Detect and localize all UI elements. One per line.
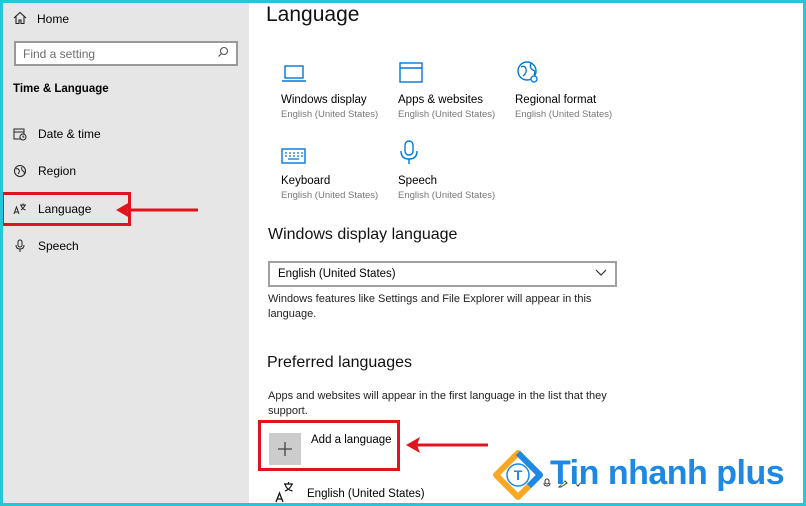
- section-title: Time & Language: [13, 83, 109, 95]
- sidebar-item-date-time[interactable]: Date & time: [13, 123, 101, 145]
- tile-name: Windows display: [281, 94, 367, 106]
- chevron-down-icon: [595, 268, 607, 280]
- preferred-languages-description: Apps and websites will appear in the fir…: [268, 390, 607, 417]
- tile-speech[interactable]: Speech English (United States): [398, 132, 516, 201]
- keyboard-icon: [281, 132, 399, 166]
- microphone-icon: [13, 239, 27, 253]
- language-icon: [275, 481, 295, 506]
- display-language-select[interactable]: English (United States): [268, 261, 617, 287]
- globe-settings-icon: [515, 51, 633, 85]
- annotation-arrow-language: [116, 202, 198, 218]
- search-input[interactable]: Find a setting: [14, 41, 238, 66]
- tile-regional-format[interactable]: Regional format English (United States): [515, 51, 633, 120]
- tile-sub: English (United States): [398, 109, 496, 120]
- tile-keyboard[interactable]: Keyboard English (United States): [281, 132, 399, 201]
- search-icon: [217, 46, 229, 61]
- add-language-highlight-box: [258, 420, 400, 471]
- home-link[interactable]: Home: [13, 9, 69, 29]
- sidebar-item-region[interactable]: Region: [13, 160, 76, 182]
- tile-name: Speech: [398, 175, 438, 187]
- sidebar-item-label: Date & time: [38, 127, 101, 141]
- sidebar: Home Find a setting Time & Language Date…: [3, 3, 249, 503]
- tile-name: Regional format: [515, 94, 597, 106]
- page-title: Language: [266, 3, 360, 26]
- window-icon: [398, 51, 516, 85]
- logo-text: Tin nhanh plus: [550, 454, 785, 492]
- display-language-heading: Windows display language: [268, 226, 458, 243]
- tile-name: Apps & websites: [398, 94, 484, 106]
- tile-sub: English (United States): [398, 190, 496, 201]
- preferred-languages-heading: Preferred languages: [267, 354, 412, 371]
- tile-name: Keyboard: [281, 175, 331, 187]
- microphone-icon: [398, 132, 516, 166]
- sidebar-item-speech[interactable]: Speech: [13, 235, 79, 257]
- calendar-clock-icon: [13, 127, 27, 141]
- tile-apps-websites[interactable]: Apps & websites English (United States): [398, 51, 516, 120]
- sidebar-item-label: Region: [38, 164, 77, 178]
- display-language-value: English (United States): [278, 268, 396, 280]
- tile-windows-display[interactable]: Windows display English (United States): [281, 51, 399, 120]
- laptop-icon: [281, 51, 399, 85]
- language-list-item[interactable]: English (United States): [275, 481, 425, 506]
- tile-sub: English (United States): [281, 190, 379, 201]
- home-label: Home: [37, 12, 70, 26]
- tile-sub: English (United States): [281, 109, 379, 120]
- svg-text:T: T: [514, 467, 523, 483]
- search-placeholder: Find a setting: [23, 46, 96, 61]
- logo-mark-icon: T: [493, 450, 543, 500]
- display-language-description: Windows features like Settings and File …: [268, 293, 592, 320]
- home-icon: [13, 11, 27, 28]
- annotation-arrow-add-language: [406, 437, 488, 453]
- watermark-logo: T Tin nhanh plus: [490, 450, 790, 500]
- globe-icon: [13, 164, 27, 178]
- sidebar-item-label: Speech: [38, 239, 79, 253]
- language-name: English (United States): [307, 487, 425, 500]
- tile-sub: English (United States): [515, 109, 613, 120]
